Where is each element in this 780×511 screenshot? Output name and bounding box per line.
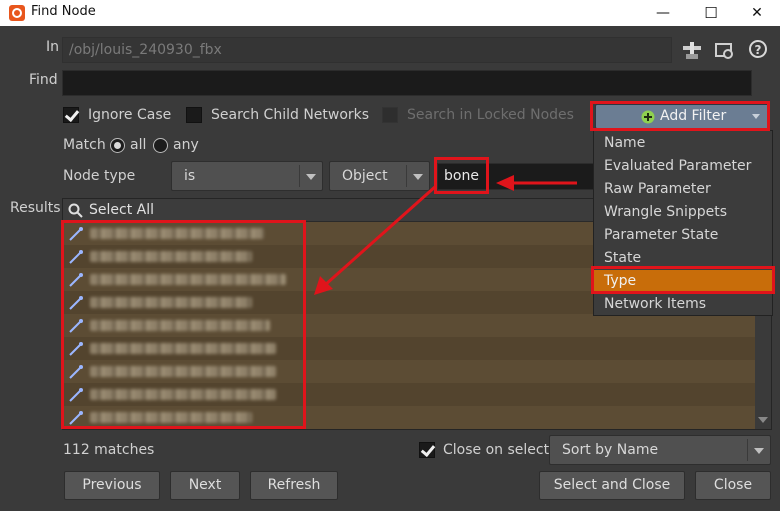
network-editor-icon[interactable]: [714, 40, 736, 62]
category-value: Object: [342, 168, 388, 184]
redacted-node-name: [90, 274, 286, 285]
maximize-button[interactable]: ☐: [688, 0, 734, 26]
operator-select[interactable]: is: [171, 161, 323, 191]
match-any-radio[interactable]: [153, 138, 168, 153]
ignore-case-checkbox[interactable]: [63, 107, 79, 123]
node-type-value: bone: [444, 168, 479, 184]
bone-node-icon: [69, 319, 83, 333]
match-all-label: all: [130, 137, 147, 153]
scroll-down-icon[interactable]: [758, 417, 768, 423]
redacted-node-name: [90, 251, 252, 262]
redacted-node-name: [90, 412, 252, 423]
title-bar: Find Node — ☐ ✕: [0, 0, 780, 26]
matches-count: 112 matches: [63, 442, 155, 458]
add-filter-button[interactable]: Add Filter: [595, 104, 769, 129]
close-on-select-label: Close on select: [443, 442, 550, 458]
operator-value: is: [184, 168, 196, 184]
close-on-select-checkbox[interactable]: [419, 442, 435, 458]
match-label: Match: [63, 137, 106, 153]
search-locked-nodes-checkbox: [382, 107, 398, 123]
menu-item-parameter-state[interactable]: Parameter State: [594, 224, 772, 247]
menu-item-evaluated-parameter[interactable]: Evaluated Parameter: [594, 155, 772, 178]
search-child-networks-checkbox[interactable]: [186, 107, 202, 123]
find-input[interactable]: [62, 70, 752, 96]
menu-item-raw-parameter[interactable]: Raw Parameter: [594, 178, 772, 201]
menu-item-state[interactable]: State: [594, 247, 772, 270]
bone-node-icon: [69, 273, 83, 287]
chevron-down-icon: [752, 114, 760, 119]
menu-item-type[interactable]: Type: [594, 270, 772, 293]
node-type-label: Node type: [63, 168, 136, 184]
previous-button[interactable]: Previous: [64, 471, 160, 500]
match-all-radio[interactable]: [110, 138, 125, 153]
pin-network-icon[interactable]: [681, 40, 703, 62]
chevron-down-icon: [306, 174, 316, 180]
bone-node-icon: [69, 296, 83, 310]
node-type-value-input[interactable]: bone: [437, 163, 597, 190]
window-title: Find Node: [31, 4, 96, 19]
bone-node-icon: [69, 250, 83, 264]
table-row[interactable]: [63, 360, 755, 383]
chevron-down-icon: [754, 448, 764, 454]
chevron-down-icon: [413, 174, 423, 180]
redacted-node-name: [90, 320, 270, 331]
redacted-node-name: [90, 366, 276, 377]
houdini-app-icon: [9, 5, 25, 21]
search-icon: [68, 203, 83, 218]
add-plus-icon: [641, 110, 655, 124]
select-and-close-button[interactable]: Select and Close: [539, 471, 685, 500]
table-row[interactable]: [63, 383, 755, 406]
in-path-value: /obj/louis_240930_fbx: [69, 42, 222, 58]
bone-node-icon: [69, 411, 83, 425]
menu-item-network-items[interactable]: Network Items: [594, 293, 772, 316]
redacted-node-name: [90, 389, 276, 400]
in-label: In: [46, 39, 60, 55]
in-path-field[interactable]: /obj/louis_240930_fbx: [62, 37, 672, 63]
search-child-networks-label: Search Child Networks: [211, 107, 370, 123]
sort-select[interactable]: Sort by Name: [549, 435, 771, 465]
add-filter-menu: Name Evaluated Parameter Raw Parameter W…: [593, 130, 773, 316]
add-filter-label: Add Filter: [660, 108, 727, 124]
category-select[interactable]: Object: [329, 161, 430, 191]
svg-text:?: ?: [755, 43, 762, 57]
help-icon[interactable]: ?: [748, 39, 768, 59]
table-row[interactable]: [63, 337, 755, 360]
bone-node-icon: [69, 365, 83, 379]
refresh-button[interactable]: Refresh: [250, 471, 338, 500]
match-any-label: any: [173, 137, 199, 153]
redacted-node-name: [90, 228, 264, 239]
table-row[interactable]: [63, 314, 755, 337]
redacted-node-name: [90, 297, 252, 308]
select-all-label: Select All: [89, 202, 154, 218]
search-locked-nodes-label: Search in Locked Nodes: [407, 107, 574, 123]
sort-value: Sort by Name: [562, 442, 659, 458]
close-window-button[interactable]: ✕: [734, 0, 780, 26]
redacted-node-name: [90, 343, 276, 354]
bone-node-icon: [69, 388, 83, 402]
bone-node-icon: [69, 227, 83, 241]
bone-node-icon: [69, 342, 83, 356]
ignore-case-label: Ignore Case: [88, 107, 172, 123]
minimize-button[interactable]: —: [640, 0, 686, 26]
find-label: Find: [29, 72, 58, 88]
results-label: Results: [10, 200, 61, 216]
table-row[interactable]: [63, 406, 755, 429]
close-button[interactable]: Close: [695, 471, 771, 500]
menu-item-wrangle-snippets[interactable]: Wrangle Snippets: [594, 201, 772, 224]
next-button[interactable]: Next: [170, 471, 240, 500]
menu-item-name[interactable]: Name: [594, 132, 772, 155]
